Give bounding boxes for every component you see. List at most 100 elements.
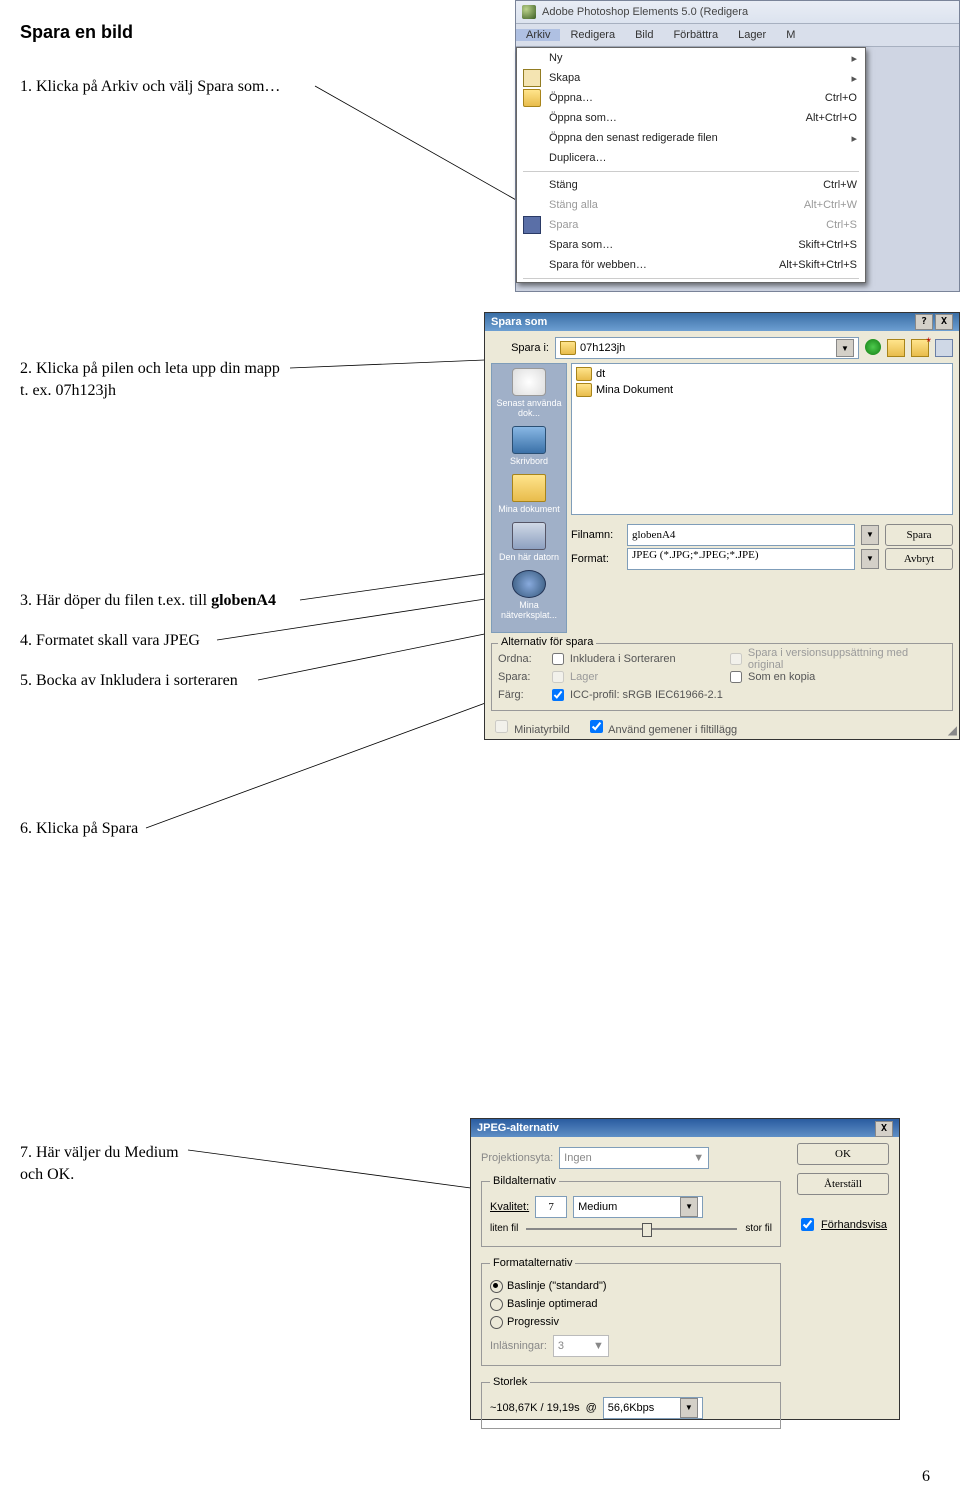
menu-spara-som[interactable]: Spara som… Skift+Ctrl+S [517,235,865,255]
resize-grip-icon[interactable]: ◢ [948,723,957,737]
menu-item-label: Spara för webben… [549,259,647,271]
chevron-down-icon[interactable]: ▼ [836,339,854,357]
menu-ny[interactable]: Ny ▸ [517,48,865,68]
preview-checkbox[interactable] [801,1218,814,1231]
menu-bild[interactable]: Bild [625,29,663,41]
format-combo[interactable]: JPEG (*.JPG;*.JPEG;*.JPE) [627,548,855,570]
inkludera-checkbox[interactable] [552,653,564,665]
matte-label: Projektionsyta: [481,1152,553,1164]
place-computer[interactable]: Den här datorn [494,522,564,562]
quality-input[interactable] [535,1196,567,1218]
place-network[interactable]: Mina nätverksplat... [494,570,564,620]
menu-duplicera[interactable]: Duplicera… [517,148,865,168]
menu-forbattra[interactable]: Förbättra [663,29,728,41]
menu-item-label: Ny [549,52,562,64]
menu-separator [523,171,859,172]
menu-item-label: Spara [549,219,578,231]
ok-button[interactable]: OK [797,1143,889,1165]
rate-value: 56,6Kbps [608,1402,654,1414]
nav-newfolder-icon[interactable] [911,339,929,357]
cancel-button[interactable]: Avbryt [885,548,953,570]
nav-up-icon[interactable] [887,339,905,357]
fmt-progressive-radio[interactable]: Progressiv [490,1313,772,1331]
menu-item-label: Spara som… [549,239,613,251]
menu-m[interactable]: M [776,29,805,41]
quality-value: Medium [578,1201,617,1213]
gemener-checkbox[interactable] [590,720,603,733]
rate-combo[interactable]: 56,6Kbps ▼ [603,1397,703,1419]
place-recent[interactable]: Senast använda dok... [494,368,564,418]
gemener-label: Använd gemener i filtillägg [608,724,737,736]
close-button[interactable]: X [875,1121,893,1137]
file-name: Mina Dokument [596,384,673,396]
chevron-down-icon: ▼ [593,1340,604,1352]
radio-icon [490,1298,503,1311]
quality-slider[interactable] [526,1228,737,1230]
menu-skapa[interactable]: Skapa ▸ [517,68,865,88]
close-button[interactable]: X [935,314,953,330]
file-list[interactable]: dt Mina Dokument [571,363,953,515]
icc-checkbox[interactable] [552,689,564,701]
menu-shortcut: Alt+Ctrl+O [806,112,857,124]
place-docs[interactable]: Mina dokument [494,474,564,514]
step-1: 1. Klicka på Arkiv och välj Spara som… [20,78,280,96]
radio-label: Baslinje ("standard") [507,1280,607,1292]
spara-label: Spara: [498,671,540,683]
menu-shortcut: Ctrl+S [826,219,857,231]
slider-thumb[interactable] [642,1223,652,1237]
nav-back-icon[interactable] [865,339,881,355]
matte-combo: Ingen ▼ [559,1147,709,1169]
jpeg-titlebar: JPEG-alternativ X [471,1119,899,1137]
file-row[interactable]: dt [576,366,948,382]
chevron-down-icon[interactable]: ▼ [680,1398,698,1418]
nav-viewmenu-icon[interactable] [935,339,953,357]
menu-spara-webben[interactable]: Spara för webben… Alt+Skift+Ctrl+S [517,255,865,275]
file-row[interactable]: Mina Dokument [576,382,948,398]
menu-recent[interactable]: Öppna den senast redigerade filen ▸ [517,128,865,148]
quality-label: Kvalitet: [490,1201,529,1213]
help-button[interactable]: ? [915,314,933,330]
kopia-checkbox[interactable] [730,671,742,683]
step-3: 3. Här döper du filen t.ex. till globenA… [20,592,276,610]
ordna-label: Ordna: [498,653,540,665]
fmt-baseline-radio[interactable]: Baslinje ("standard") [490,1277,772,1295]
radio-label: Progressiv [507,1316,559,1328]
places-bar[interactable]: Senast använda dok... Skrivbord Mina dok… [491,363,567,633]
menu-oppna[interactable]: Öppna… Ctrl+O [517,88,865,108]
place-desktop[interactable]: Skrivbord [494,426,564,466]
farg-label: Färg: [498,689,540,701]
file-name: dt [596,368,605,380]
arkiv-dropdown[interactable]: Ny ▸ Skapa ▸ Öppna… Ctrl+O Öppna som… Al… [516,47,866,283]
lookin-combo[interactable]: 07h123jh ▼ [555,337,859,359]
filename-input[interactable] [627,524,855,546]
radio-label: Baslinje optimerad [507,1298,598,1310]
save-button[interactable]: Spara [885,524,953,546]
save-options-group: Alternativ för spara Ordna: Inkludera i … [491,643,953,711]
slider-large-label: stor fil [745,1223,772,1234]
step-7: 7. Här väljer du Medium och OK. [20,1142,190,1187]
menu-spara: Spara Ctrl+S [517,215,865,235]
menu-oppna-som[interactable]: Öppna som… Alt+Ctrl+O [517,108,865,128]
menu-item-label: Duplicera… [549,152,606,164]
step-3-bold: globenA4 [211,592,276,609]
chevron-down-icon[interactable]: ▼ [861,549,879,569]
network-icon [512,570,546,598]
scans-combo: 3 ▼ [553,1335,609,1357]
menu-stang[interactable]: Stäng Ctrl+W [517,175,865,195]
menu-redigera[interactable]: Redigera [560,29,625,41]
radio-icon [490,1280,503,1293]
menu-item-label: Stäng [549,179,578,191]
quality-combo[interactable]: Medium ▼ [573,1196,703,1218]
floppy-icon [523,216,541,234]
reset-button[interactable]: Återställ [797,1173,889,1195]
fmt-legend: Formatalternativ [490,1257,575,1269]
menu-arkiv[interactable]: Arkiv [516,29,560,41]
chevron-down-icon[interactable]: ▼ [680,1197,698,1217]
chevron-down-icon: ▼ [693,1152,704,1164]
fmt-optimized-radio[interactable]: Baslinje optimerad [490,1295,772,1313]
menu-lager[interactable]: Lager [728,29,776,41]
size-value: ~108,67K / 19,19s [490,1402,580,1414]
ps-menubar[interactable]: Arkiv Redigera Bild Förbättra Lager M [516,24,959,47]
place-label: Mina dokument [498,504,560,514]
chevron-down-icon[interactable]: ▼ [861,525,879,545]
